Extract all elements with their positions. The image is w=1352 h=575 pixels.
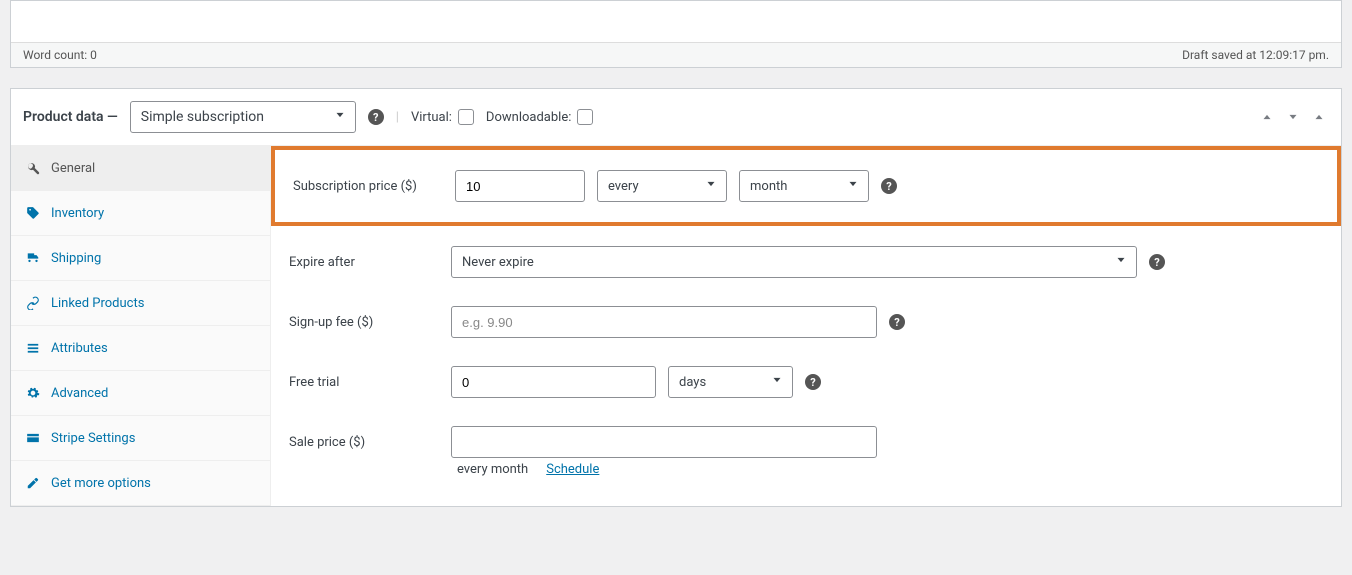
sale-price-period: every month bbox=[457, 462, 528, 477]
separator: | bbox=[396, 110, 399, 125]
virtual-option[interactable]: Virtual: bbox=[411, 109, 474, 125]
tab-get-more-options[interactable]: Get more options bbox=[11, 461, 270, 506]
subscription-price-highlight: Subscription price ($) every month ? bbox=[271, 146, 1341, 226]
schedule-link[interactable]: Schedule bbox=[546, 462, 599, 477]
expire-after-row: Expire after Never expire ? bbox=[271, 232, 1341, 292]
product-data-panel: Product data — Simple subscription ? | V… bbox=[10, 88, 1342, 507]
product-type-select[interactable]: Simple subscription bbox=[130, 101, 356, 133]
subscription-price-label: Subscription price ($) bbox=[293, 179, 443, 194]
virtual-label: Virtual: bbox=[411, 110, 452, 125]
tab-advanced[interactable]: Advanced bbox=[11, 371, 270, 416]
move-up-icon[interactable] bbox=[1257, 107, 1277, 127]
tab-label: Linked Products bbox=[51, 296, 144, 311]
help-icon[interactable]: ? bbox=[805, 374, 821, 390]
list-icon bbox=[25, 340, 41, 356]
card-icon bbox=[25, 430, 41, 446]
free-trial-unit-value: days bbox=[679, 375, 706, 390]
downloadable-option[interactable]: Downloadable: bbox=[486, 109, 593, 125]
tab-attributes[interactable]: Attributes bbox=[11, 326, 270, 371]
chevron-down-icon bbox=[846, 177, 860, 195]
subscription-interval-value: every bbox=[608, 179, 639, 194]
link-icon bbox=[25, 295, 41, 311]
tab-label: Stripe Settings bbox=[51, 431, 135, 446]
downloadable-label: Downloadable: bbox=[486, 110, 571, 125]
truck-icon bbox=[25, 250, 41, 266]
sale-price-row: Sale price ($) bbox=[271, 412, 1341, 462]
tab-linked-products[interactable]: Linked Products bbox=[11, 281, 270, 326]
gear-icon bbox=[25, 385, 41, 401]
signup-fee-row: Sign-up fee ($) ? bbox=[271, 292, 1341, 352]
chevron-down-icon bbox=[704, 177, 718, 195]
product-data-content: Subscription price ($) every month ? Exp… bbox=[271, 146, 1341, 506]
tab-label: Inventory bbox=[51, 206, 104, 221]
subscription-interval-select[interactable]: every bbox=[597, 170, 727, 202]
product-data-body: General Inventory Shipping Linked Produc… bbox=[11, 145, 1341, 506]
chevron-down-icon bbox=[1114, 253, 1128, 271]
tab-inventory[interactable]: Inventory bbox=[11, 191, 270, 236]
toggle-panel-icon[interactable] bbox=[1309, 107, 1329, 127]
help-icon[interactable]: ? bbox=[889, 314, 905, 330]
move-down-icon[interactable] bbox=[1283, 107, 1303, 127]
expire-after-label: Expire after bbox=[289, 255, 439, 270]
subscription-period-value: month bbox=[750, 179, 787, 194]
tab-label: General bbox=[51, 161, 95, 176]
tab-label: Get more options bbox=[51, 476, 151, 491]
expire-after-value: Never expire bbox=[462, 255, 534, 270]
free-trial-unit-select[interactable]: days bbox=[668, 366, 793, 398]
sale-price-input[interactable] bbox=[451, 426, 877, 458]
wrench-icon bbox=[25, 160, 41, 176]
free-trial-input[interactable] bbox=[451, 366, 656, 398]
signup-fee-label: Sign-up fee ($) bbox=[289, 315, 439, 330]
help-icon[interactable]: ? bbox=[368, 109, 384, 125]
subscription-price-input[interactable] bbox=[455, 170, 585, 202]
expire-after-select[interactable]: Never expire bbox=[451, 246, 1137, 278]
sale-price-label: Sale price ($) bbox=[289, 435, 439, 450]
subscription-period-select[interactable]: month bbox=[739, 170, 869, 202]
subscription-price-row: Subscription price ($) every month ? bbox=[289, 168, 1323, 204]
tab-shipping[interactable]: Shipping bbox=[11, 236, 270, 281]
tab-general[interactable]: General bbox=[11, 146, 270, 191]
help-icon[interactable]: ? bbox=[881, 178, 897, 194]
edit-icon bbox=[25, 475, 41, 491]
tab-label: Shipping bbox=[51, 251, 101, 266]
product-type-value: Simple subscription bbox=[141, 109, 264, 125]
tab-label: Advanced bbox=[51, 386, 108, 401]
free-trial-label: Free trial bbox=[289, 375, 439, 390]
chevron-down-icon bbox=[770, 373, 784, 391]
free-trial-row: Free trial days ? bbox=[271, 352, 1341, 412]
product-data-tabs: General Inventory Shipping Linked Produc… bbox=[11, 146, 271, 506]
chevron-down-icon bbox=[333, 108, 347, 126]
word-count: Word count: 0 bbox=[21, 43, 99, 67]
tab-stripe-settings[interactable]: Stripe Settings bbox=[11, 416, 270, 461]
editor-status-bar: Word count: 0 Draft saved at 12:09:17 pm… bbox=[11, 42, 1341, 67]
sale-price-meta: every month Schedule bbox=[271, 462, 1341, 491]
editor-box: Word count: 0 Draft saved at 12:09:17 pm… bbox=[10, 0, 1342, 68]
help-icon[interactable]: ? bbox=[1149, 254, 1165, 270]
panel-handle-controls bbox=[1257, 107, 1329, 127]
product-data-header: Product data — Simple subscription ? | V… bbox=[11, 89, 1341, 145]
tag-icon bbox=[25, 205, 41, 221]
tab-label: Attributes bbox=[51, 341, 108, 356]
virtual-checkbox[interactable] bbox=[458, 109, 474, 125]
draft-saved: Draft saved at 12:09:17 pm. bbox=[1180, 43, 1331, 67]
downloadable-checkbox[interactable] bbox=[577, 109, 593, 125]
signup-fee-input[interactable] bbox=[451, 306, 877, 338]
panel-title: Product data — bbox=[23, 109, 118, 125]
